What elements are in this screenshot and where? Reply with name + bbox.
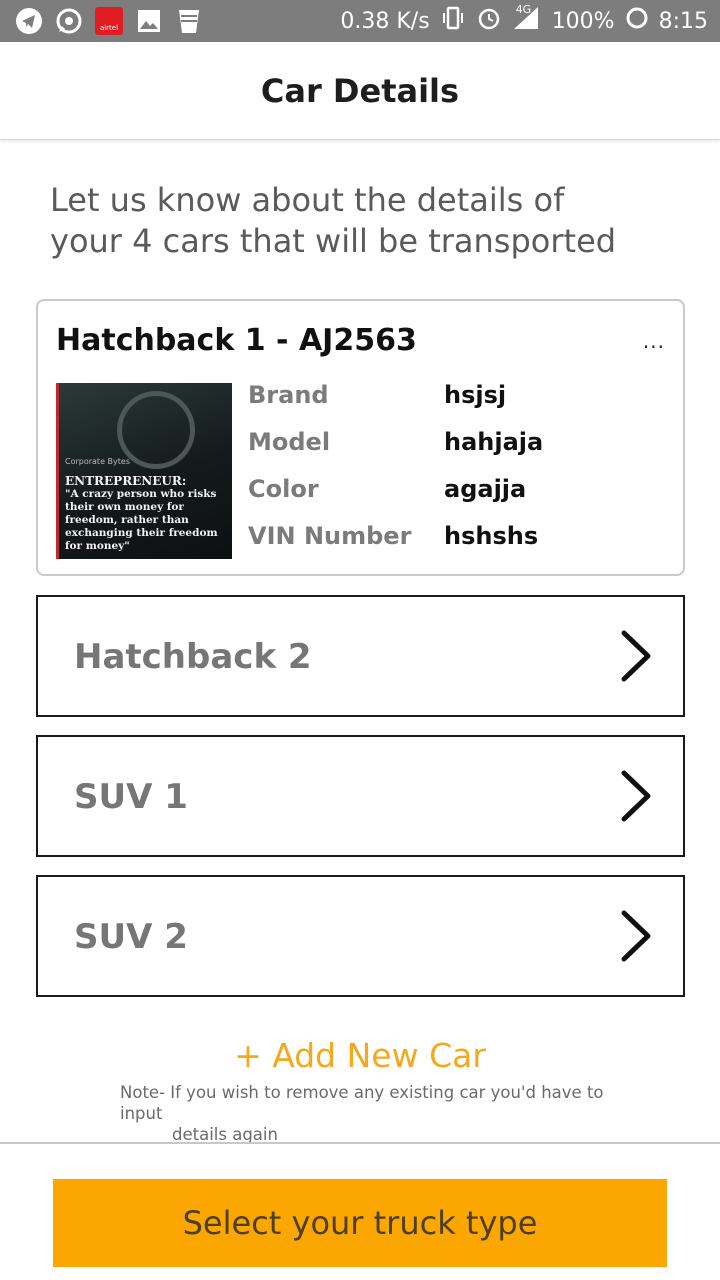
car-card-expanded[interactable]: Hatchback 1 - AJ2563 ... Corporate Bytes… — [36, 299, 685, 576]
car-card-hatchback-2[interactable]: Hatchback 2 — [36, 595, 685, 717]
status-bar: airtel 0.38 K/s 4G 100% 8:15 — [0, 0, 720, 42]
signal-icon: 4G — [512, 3, 542, 37]
notification-icons: airtel — [14, 6, 204, 36]
detail-label: VIN Number — [248, 522, 412, 550]
select-truck-type-button[interactable]: Select your truck type — [53, 1179, 667, 1267]
thumbnail-quote-text: "A crazy person who risks their own mone… — [65, 488, 218, 552]
car-thumbnail: Corporate Bytes ENTREPRENEUR: "A crazy p… — [56, 383, 232, 559]
detail-row-model: Model hahjaja — [248, 428, 668, 475]
battery-icon — [625, 6, 649, 36]
intro-text: Let us know about the details of your 4 … — [50, 180, 650, 262]
more-options-icon[interactable]: ... — [643, 329, 665, 353]
network-speed: 0.38 K/s — [340, 8, 430, 34]
airtel-icon: airtel — [94, 6, 124, 36]
alarm-icon — [476, 5, 502, 37]
footer-divider — [0, 1142, 720, 1144]
app-header: Car Details — [0, 42, 720, 140]
battery-level: 100% — [551, 8, 615, 34]
whatsapp-icon — [54, 6, 84, 36]
car-card-name: SUV 1 — [74, 777, 188, 817]
detail-value: hahjaja — [444, 428, 544, 456]
vibrate-icon — [440, 6, 466, 36]
detail-row-brand: Brand hsjsj — [248, 381, 668, 428]
car-card-suv-1[interactable]: SUV 1 — [36, 735, 685, 857]
detail-value: agajja — [444, 475, 527, 503]
car-card-suv-2[interactable]: SUV 2 — [36, 875, 685, 997]
note-line-1: Note- If you wish to remove any existing… — [120, 1083, 604, 1123]
remove-car-note: Note- If you wish to remove any existing… — [120, 1082, 640, 1145]
cup-icon — [174, 6, 204, 36]
detail-value: hsjsj — [444, 381, 507, 409]
car-card-name: Hatchback 2 — [74, 637, 312, 677]
detail-label: Color — [248, 475, 319, 503]
telegram-icon — [14, 6, 44, 36]
page-title: Car Details — [260, 72, 460, 110]
clock: 8:15 — [658, 8, 708, 34]
intro-line-2: your 4 cars that will be transported — [50, 222, 617, 260]
detail-value: hshshs — [444, 522, 539, 550]
airtel-label: airtel — [95, 7, 123, 35]
intro-line-1: Let us know about the details of — [50, 181, 565, 219]
detail-row-vin: VIN Number hshshs — [248, 522, 668, 569]
thumbnail-heading: ENTREPRENEUR: — [65, 474, 187, 488]
add-new-car-link[interactable]: + Add New Car — [0, 1036, 720, 1075]
chevron-right-icon — [621, 770, 651, 822]
gallery-icon — [134, 6, 164, 36]
chevron-right-icon — [621, 630, 651, 682]
chevron-right-icon — [621, 910, 651, 962]
detail-label: Brand — [248, 381, 329, 409]
network-type: 4G — [515, 3, 532, 16]
car-details-list: Brand hsjsj Model hahjaja Color agajja V… — [248, 381, 668, 569]
car-card-title: Hatchback 1 - AJ2563 — [56, 323, 417, 358]
thumbnail-brand: Corporate Bytes — [65, 457, 130, 466]
thumbnail-quote: ENTREPRENEUR: "A crazy person who risks … — [65, 475, 229, 553]
car-card-name: SUV 2 — [74, 917, 188, 957]
detail-label: Model — [248, 428, 331, 456]
system-indicators: 0.38 K/s 4G 100% 8:15 — [340, 3, 708, 37]
detail-row-color: Color agajja — [248, 475, 668, 522]
